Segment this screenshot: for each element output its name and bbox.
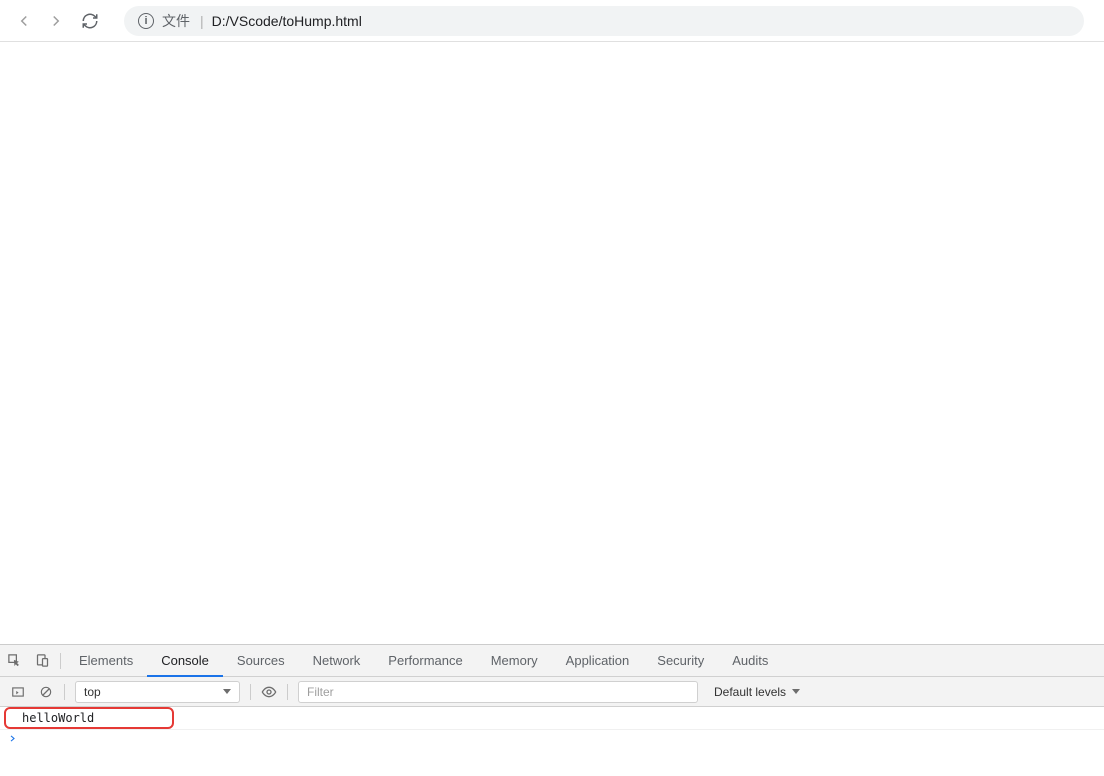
filter-input[interactable] xyxy=(298,681,698,703)
tab-security[interactable]: Security xyxy=(643,645,718,676)
devtools-panel: Elements Console Sources Network Perform… xyxy=(0,644,1104,776)
tab-elements[interactable]: Elements xyxy=(65,645,147,676)
address-scheme: 文件 xyxy=(162,11,190,31)
tab-performance[interactable]: Performance xyxy=(374,645,476,676)
chevron-down-icon xyxy=(223,689,231,694)
divider xyxy=(287,684,288,700)
forward-button[interactable] xyxy=(40,5,72,37)
address-separator: | xyxy=(200,13,204,29)
console-body[interactable]: helloWorld xyxy=(0,707,1104,776)
address-url: D:/VScode/toHump.html xyxy=(212,13,362,29)
inspect-element-icon[interactable] xyxy=(0,645,28,677)
divider xyxy=(250,684,251,700)
back-button[interactable] xyxy=(8,5,40,37)
address-bar-region: i 文件 | D:/VScode/toHump.html xyxy=(124,6,1096,36)
live-expression-icon[interactable] xyxy=(255,677,283,707)
page-content xyxy=(0,42,1104,644)
console-toolbar: top Default levels xyxy=(0,677,1104,707)
tab-console[interactable]: Console xyxy=(147,645,223,676)
tab-memory[interactable]: Memory xyxy=(477,645,552,676)
info-icon[interactable]: i xyxy=(138,13,154,29)
tab-network[interactable]: Network xyxy=(299,645,375,676)
console-log-row: helloWorld xyxy=(0,707,1104,730)
address-bar[interactable]: i 文件 | D:/VScode/toHump.html xyxy=(124,6,1084,36)
context-label: top xyxy=(84,685,101,699)
divider xyxy=(60,653,61,669)
tab-application[interactable]: Application xyxy=(552,645,644,676)
browser-toolbar: i 文件 | D:/VScode/toHump.html xyxy=(0,0,1104,42)
clear-console-icon[interactable] xyxy=(32,677,60,707)
log-levels-dropdown[interactable]: Default levels xyxy=(708,685,806,699)
reload-button[interactable] xyxy=(74,5,106,37)
toggle-drawer-icon[interactable] xyxy=(4,677,32,707)
chevron-down-icon xyxy=(792,689,800,694)
tab-sources[interactable]: Sources xyxy=(223,645,299,676)
tab-audits[interactable]: Audits xyxy=(718,645,782,676)
devtools-tabs: Elements Console Sources Network Perform… xyxy=(0,645,1104,677)
console-prompt[interactable] xyxy=(0,730,1104,747)
log-levels-label: Default levels xyxy=(714,685,786,699)
context-selector[interactable]: top xyxy=(75,681,240,703)
device-toggle-icon[interactable] xyxy=(28,645,56,677)
divider xyxy=(64,684,65,700)
